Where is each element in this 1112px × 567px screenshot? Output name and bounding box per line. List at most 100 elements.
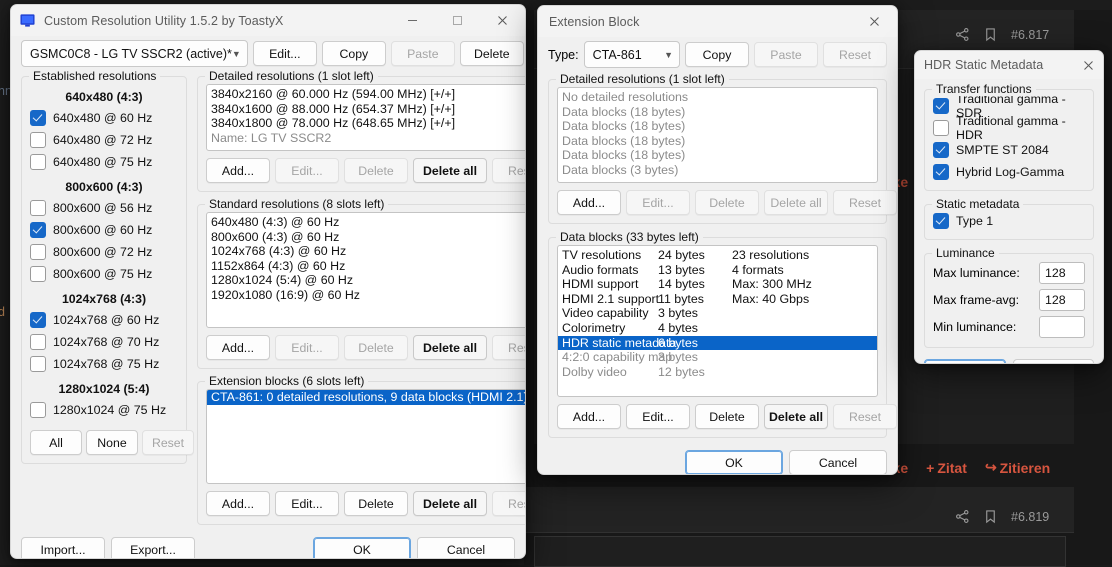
db-delete-button[interactable]: Delete — [695, 404, 759, 429]
eb-cancel-button[interactable]: Cancel — [789, 450, 887, 474]
checkbox-icon[interactable] — [30, 132, 46, 148]
eb-detailed-list[interactable]: No detailed resolutions Data blocks (18 b… — [557, 87, 878, 183]
detailed-delete-all-button[interactable]: Delete all — [413, 158, 487, 183]
luminance-input[interactable] — [1039, 315, 1085, 338]
delete-display-button[interactable]: Delete — [459, 41, 524, 66]
list-item[interactable]: Data blocks (18 bytes) — [558, 119, 877, 134]
export-button[interactable]: Export... — [111, 537, 195, 558]
list-item[interactable]: 1152x864 (4:3) @ 60 Hz — [207, 259, 525, 274]
checkbox-icon[interactable] — [30, 244, 46, 260]
list-item[interactable]: 1280x1024 (5:4) @ 60 Hz — [207, 273, 525, 288]
established-checkbox-row[interactable]: 1024x768 @ 75 Hz — [30, 353, 178, 375]
close-icon[interactable] — [852, 6, 897, 37]
hdr-checkbox-row[interactable]: SMPTE ST 2084 — [933, 139, 1085, 161]
checkbox-checked-icon[interactable] — [933, 142, 949, 158]
share-icon[interactable] — [955, 27, 970, 42]
detailed-resolutions-list[interactable]: 3840x2160 @ 60.000 Hz (594.00 MHz) [+/+]… — [206, 84, 525, 151]
established-checkbox-row[interactable]: 640x480 @ 60 Hz — [30, 107, 178, 129]
table-row[interactable]: Video capability 3 bytes — [558, 306, 877, 321]
quote-plus-button[interactable]: + Zitat — [926, 460, 967, 476]
extension-delete-all-button[interactable]: Delete all — [413, 491, 487, 516]
extension-type-select[interactable]: CTA-861 ▼ — [583, 41, 680, 68]
list-item[interactable]: Name: LG TV SSCR2 — [207, 131, 525, 146]
list-item[interactable]: 3840x2160 @ 60.000 Hz (594.00 MHz) [+/+] — [207, 87, 525, 102]
standard-resolutions-list[interactable]: 640x480 (4:3) @ 60 Hz 800x600 (4:3) @ 60 … — [206, 212, 525, 328]
standard-delete-all-button[interactable]: Delete all — [413, 335, 487, 360]
hdr-checkbox-row[interactable]: Hybrid Log-Gamma — [933, 161, 1085, 183]
db-edit-button[interactable]: Edit... — [626, 404, 690, 429]
display-select[interactable]: GSMC0C8 - LG TV SSCR2 (active)* ▼ — [21, 40, 248, 67]
close-icon[interactable] — [1073, 51, 1103, 79]
list-item[interactable]: 3840x1800 @ 78.000 Hz (648.65 MHz) [+/+] — [207, 116, 525, 131]
established-checkbox-row[interactable]: 800x600 @ 72 Hz — [30, 241, 178, 263]
list-item[interactable]: Data blocks (18 bytes) — [558, 105, 877, 120]
list-item[interactable]: 1024x768 (4:3) @ 60 Hz — [207, 244, 525, 259]
hdr-cancel-button[interactable]: Cancel — [1012, 359, 1094, 363]
eb-ok-button[interactable]: OK — [685, 450, 783, 474]
checkbox-icon[interactable] — [30, 334, 46, 350]
cru-cancel-button[interactable]: Cancel — [417, 537, 515, 558]
list-item[interactable]: Data blocks (3 bytes) — [558, 163, 877, 178]
table-row[interactable]: Dolby video 12 bytes — [558, 365, 877, 380]
close-icon[interactable] — [480, 5, 525, 36]
checkbox-icon[interactable] — [933, 120, 949, 136]
hdr-checkbox-row[interactable]: Type 1 — [933, 210, 1085, 232]
eb-detailed-add-button[interactable]: Add... — [557, 190, 621, 215]
checkbox-checked-icon[interactable] — [30, 222, 46, 238]
established-checkbox-row[interactable]: 1280x1024 @ 75 Hz — [30, 399, 178, 421]
table-row[interactable]: HDMI support 14 bytes Max: 300 MHz — [558, 277, 877, 292]
established-checkbox-row[interactable]: 800x600 @ 60 Hz — [30, 219, 178, 241]
table-row[interactable]: HDR static metadata 6 bytes — [558, 335, 877, 351]
established-all-button[interactable]: All — [30, 430, 82, 455]
checkbox-checked-icon[interactable] — [30, 312, 46, 328]
checkbox-checked-icon[interactable] — [933, 213, 949, 229]
checkbox-icon[interactable] — [30, 200, 46, 216]
share-icon[interactable] — [955, 509, 970, 524]
list-item[interactable]: 800x600 (4:3) @ 60 Hz — [207, 230, 525, 245]
luminance-input[interactable]: 128 — [1039, 261, 1085, 284]
table-row[interactable]: 4:2:0 capability map 3 bytes — [558, 350, 877, 365]
established-none-button[interactable]: None — [86, 430, 138, 455]
established-checkbox-row[interactable]: 640x480 @ 75 Hz — [30, 151, 178, 173]
list-item[interactable]: No detailed resolutions — [558, 90, 877, 105]
list-item[interactable]: 1920x1080 (16:9) @ 60 Hz — [207, 288, 525, 303]
extension-blocks-list[interactable]: CTA-861: 0 detailed resolutions, 9 data … — [206, 389, 525, 484]
luminance-input[interactable]: 128 — [1039, 288, 1085, 311]
table-row[interactable]: HDMI 2.1 support 11 bytes Max: 40 Gbps — [558, 292, 877, 307]
edit-display-button[interactable]: Edit... — [252, 41, 317, 66]
db-delete-all-button[interactable]: Delete all — [764, 404, 828, 429]
extension-add-button[interactable]: Add... — [206, 491, 270, 516]
cru-ok-button[interactable]: OK — [313, 537, 411, 558]
checkbox-checked-icon[interactable] — [933, 98, 949, 114]
reply-quote-button[interactable]: ↩ Zitieren — [985, 459, 1050, 476]
db-add-button[interactable]: Add... — [557, 404, 621, 429]
checkbox-icon[interactable] — [30, 402, 46, 418]
hdr-titlebar[interactable]: HDR Static Metadata — [915, 51, 1103, 79]
data-blocks-list[interactable]: TV resolutions 24 bytes 23 resolutions Audi… — [557, 245, 878, 397]
list-item[interactable]: 640x480 (4:3) @ 60 Hz — [207, 215, 525, 230]
detailed-add-button[interactable]: Add... — [206, 158, 270, 183]
established-checkbox-row[interactable]: 800x600 @ 75 Hz — [30, 263, 178, 285]
checkbox-icon[interactable] — [30, 154, 46, 170]
bookmark-icon[interactable] — [984, 509, 997, 524]
table-row[interactable]: Audio formats 13 bytes 4 formats — [558, 263, 877, 278]
extension-block-titlebar[interactable]: Extension Block — [538, 6, 897, 37]
minimize-icon[interactable] — [390, 5, 435, 36]
bookmark-icon[interactable] — [984, 27, 997, 42]
established-checkbox-row[interactable]: 800x600 @ 56 Hz — [30, 197, 178, 219]
checkbox-icon[interactable] — [30, 356, 46, 372]
extension-delete-button[interactable]: Delete — [344, 491, 408, 516]
extension-copy-button[interactable]: Copy — [685, 42, 749, 67]
list-item[interactable]: 3840x1600 @ 88.000 Hz (654.37 MHz) [+/+] — [207, 102, 525, 117]
standard-add-button[interactable]: Add... — [206, 335, 270, 360]
table-row[interactable]: Colorimetry 4 bytes — [558, 321, 877, 336]
hdr-checkbox-row[interactable]: Traditional gamma - HDR — [933, 114, 1085, 142]
list-item[interactable]: CTA-861: 0 detailed resolutions, 9 data … — [207, 390, 525, 405]
hdr-ok-button[interactable]: OK — [924, 359, 1006, 363]
table-row[interactable]: TV resolutions 24 bytes 23 resolutions — [558, 248, 877, 263]
import-button[interactable]: Import... — [21, 537, 105, 558]
checkbox-icon[interactable] — [30, 266, 46, 282]
extension-edit-button[interactable]: Edit... — [275, 491, 339, 516]
cru-titlebar[interactable]: Custom Resolution Utility 1.5.2 by Toast… — [11, 5, 525, 36]
established-checkbox-row[interactable]: 1024x768 @ 60 Hz — [30, 309, 178, 331]
